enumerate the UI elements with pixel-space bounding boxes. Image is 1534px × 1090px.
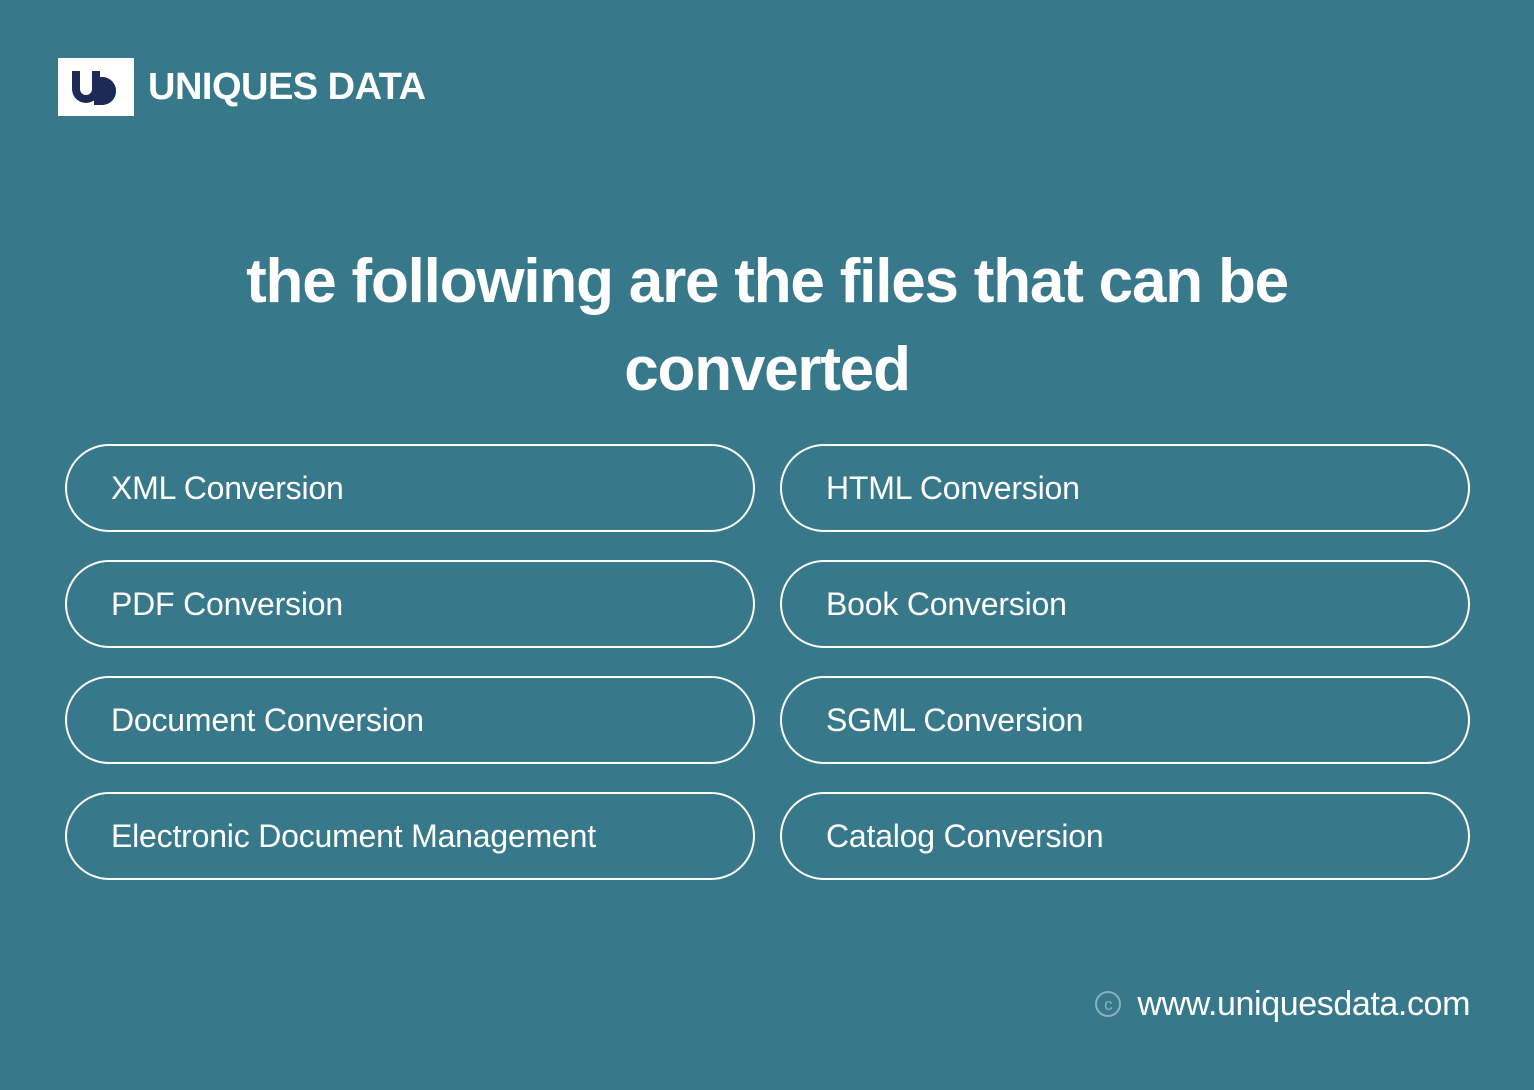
brand-logo[interactable]: UNIQUES DATA (58, 58, 426, 116)
conversion-item-label: XML Conversion (111, 470, 344, 506)
footer-website-url[interactable]: www.uniquesdata.com (1137, 987, 1470, 1021)
conversion-item-book[interactable]: Book Conversion (780, 560, 1470, 648)
footer: c www.uniquesdata.com (1095, 984, 1470, 1024)
conversion-item-pdf[interactable]: PDF Conversion (65, 560, 755, 648)
brand-wordmark: UNIQUES DATA (148, 68, 426, 106)
conversion-item-label: PDF Conversion (111, 586, 343, 622)
page-title: the following are the files that can be … (246, 246, 1289, 404)
brand-word-secondary: DATA (327, 66, 426, 108)
conversion-item-label: Document Conversion (111, 702, 424, 738)
conversion-item-label: HTML Conversion (826, 470, 1080, 506)
conversion-list: XML Conversion HTML Conversion PDF Conve… (65, 444, 1470, 880)
brand-word-primary: UNIQUES (148, 66, 318, 108)
copyright-icon: c (1095, 991, 1122, 1017)
conversion-item-html[interactable]: HTML Conversion (780, 444, 1470, 532)
conversion-item-label: Catalog Conversion (826, 818, 1104, 854)
conversion-item-label: Electronic Document Management (111, 818, 596, 854)
conversion-item-document[interactable]: Document Conversion (65, 676, 755, 764)
conversion-item-sgml[interactable]: SGML Conversion (780, 676, 1470, 764)
conversion-item-xml[interactable]: XML Conversion (65, 444, 755, 532)
conversion-item-label: Book Conversion (826, 586, 1067, 622)
conversion-item-label: SGML Conversion (826, 702, 1084, 738)
conversion-item-catalog[interactable]: Catalog Conversion (780, 792, 1470, 880)
ud-monogram-icon (58, 58, 134, 116)
conversion-item-electronic-document-management[interactable]: Electronic Document Management (65, 792, 755, 880)
